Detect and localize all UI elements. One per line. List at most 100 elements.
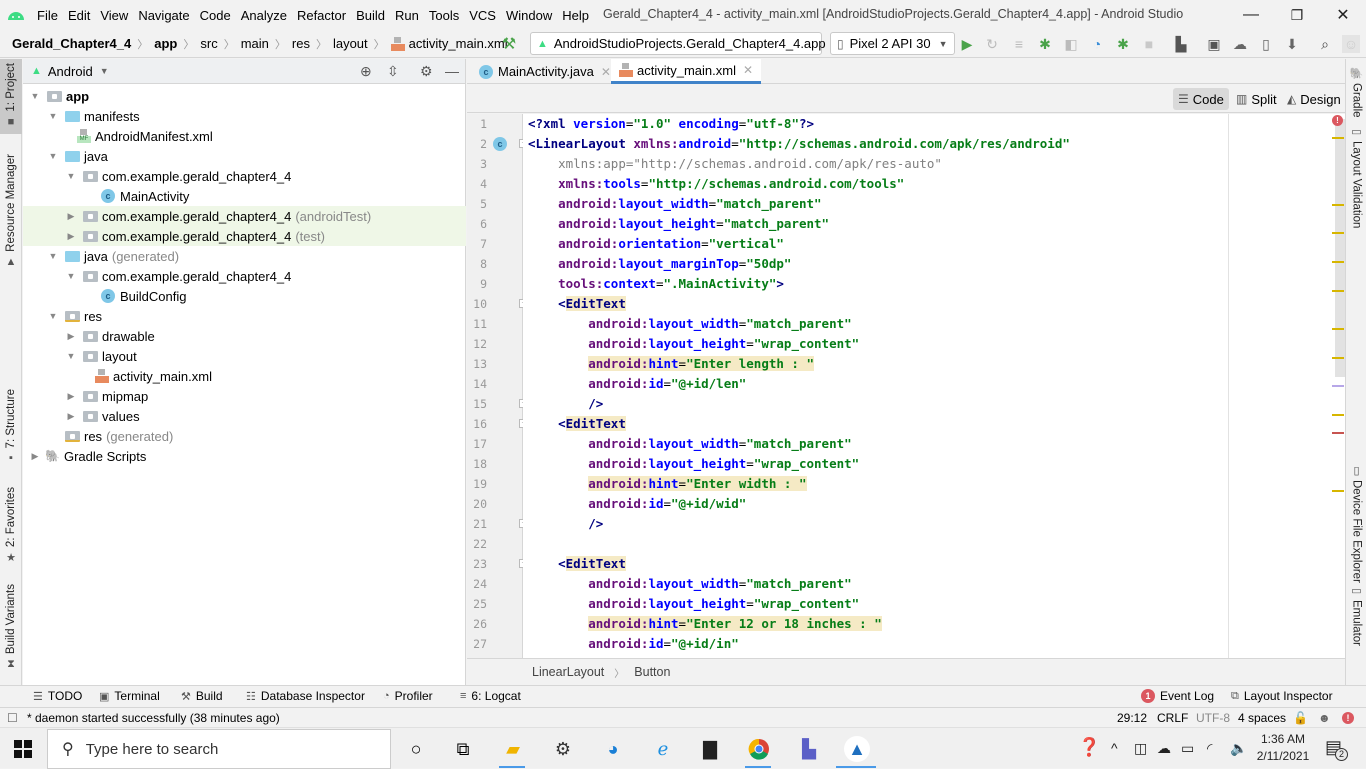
tab-main-activity-java[interactable]: c MainActivity.java ✕ bbox=[471, 59, 619, 84]
code-line[interactable]: android:layout_width="match_parent" bbox=[528, 434, 851, 454]
collapse-arrow-icon[interactable]: ▶ bbox=[65, 211, 77, 222]
debug-icon[interactable]: ✱ bbox=[1036, 35, 1054, 53]
expand-arrow-icon[interactable]: ▼ bbox=[47, 311, 59, 321]
toggle-tool-windows-icon[interactable]: ☐ bbox=[7, 711, 18, 725]
run-config-select[interactable]: ▲ AndroidStudioProjects.Gerald_Chapter4_… bbox=[530, 32, 843, 55]
menu-build[interactable]: Build bbox=[351, 8, 390, 23]
project-structure-icon[interactable]: ▙ bbox=[1172, 35, 1190, 53]
expand-arrow-icon[interactable]: ▼ bbox=[65, 171, 77, 181]
class-reference-gutter-icon[interactable]: c bbox=[493, 137, 507, 151]
code-line[interactable]: android:id="@+id/wid" bbox=[528, 494, 746, 514]
collapse-arrow-icon[interactable]: ▶ bbox=[65, 231, 77, 242]
tree-item[interactable]: c BuildConfig bbox=[23, 286, 466, 306]
warning-marker[interactable] bbox=[1332, 290, 1344, 292]
gear-icon[interactable]: ⚙ bbox=[420, 63, 433, 80]
device-manager-icon[interactable]: ▯ bbox=[1257, 35, 1275, 53]
code-line[interactable]: android:layout_width="match_parent" bbox=[528, 314, 851, 334]
code-line[interactable]: android:layout_height="match_parent" bbox=[528, 214, 829, 234]
tree-item[interactable]: activity_main.xml bbox=[23, 366, 466, 386]
warning-marker[interactable] bbox=[1332, 328, 1344, 330]
status-message[interactable]: * daemon started successfully (38 minute… bbox=[27, 711, 280, 725]
breadcrumb-main[interactable]: main bbox=[241, 36, 269, 51]
code-line[interactable]: android:hint="Enter length : " bbox=[528, 354, 815, 374]
collapse-arrow-icon[interactable]: ▶ bbox=[29, 451, 41, 462]
run-icon[interactable]: ▶ bbox=[958, 35, 976, 53]
tool-build[interactable]: ⚒ Build bbox=[181, 689, 223, 703]
view-code-button[interactable]: ☰ Code bbox=[1173, 88, 1229, 110]
inspector-icon[interactable]: ☻ bbox=[1318, 711, 1331, 725]
collapse-arrow-icon[interactable]: ▶ bbox=[65, 411, 77, 422]
profiler-icon[interactable]: ◔ bbox=[1088, 35, 1106, 53]
warning-marker[interactable] bbox=[1332, 137, 1344, 139]
code-line[interactable]: <EditText bbox=[528, 554, 626, 574]
tool-database-inspector[interactable]: ☷ Database Inspector bbox=[246, 689, 365, 703]
code-editor[interactable]: <?xml version="1.0" encoding="utf-8"?> <L… bbox=[523, 114, 1228, 658]
expand-arrow-icon[interactable]: ▼ bbox=[47, 151, 59, 161]
cursor-position[interactable]: 29:12 bbox=[1117, 711, 1147, 725]
breadcrumb-src[interactable]: src bbox=[200, 36, 217, 51]
code-line[interactable]: <?xml version="1.0" encoding="utf-8"?> bbox=[528, 114, 814, 134]
tool-tab-resource-manager[interactable]: Resource Manager ▲ bbox=[0, 154, 22, 268]
tool-tab-emulator[interactable]: ▭ Emulator bbox=[1346, 584, 1366, 646]
project-view-select[interactable]: Android bbox=[48, 64, 93, 79]
breadcrumb-file[interactable]: activity_main.xml bbox=[409, 36, 508, 51]
code-line[interactable]: /> bbox=[528, 514, 603, 534]
tool-event-log[interactable]: 1 Event Log bbox=[1141, 689, 1214, 703]
expand-arrow-icon[interactable]: ▼ bbox=[65, 271, 77, 281]
file-encoding[interactable]: UTF-8 bbox=[1196, 711, 1230, 725]
code-line[interactable]: tools:context=".MainActivity"> bbox=[528, 274, 784, 294]
code-line[interactable]: android:layout_height="wrap_content" bbox=[528, 454, 859, 474]
android-studio-taskbar-icon[interactable]: ▲ bbox=[844, 736, 870, 762]
code-line[interactable]: android:layout_width="match_parent" bbox=[528, 194, 821, 214]
info-marker[interactable] bbox=[1332, 385, 1344, 387]
breadcrumb-app[interactable]: app bbox=[154, 36, 177, 51]
warning-marker[interactable] bbox=[1332, 261, 1344, 263]
locate-file-icon[interactable]: ⊕ bbox=[360, 63, 372, 80]
tool-tab-build-variants[interactable]: Build Variants ⧗ bbox=[0, 584, 22, 671]
code-line[interactable]: <EditText bbox=[528, 294, 626, 314]
expand-arrow-icon[interactable]: ▼ bbox=[65, 351, 77, 361]
tool-tab-structure[interactable]: 7: Structure ▪ bbox=[0, 389, 22, 464]
menu-window[interactable]: Window bbox=[501, 8, 557, 23]
account-icon[interactable]: ☺ bbox=[1342, 35, 1360, 53]
volume-icon[interactable]: 🔈 bbox=[1230, 740, 1247, 757]
expand-arrow-icon[interactable]: ▼ bbox=[47, 111, 59, 121]
tree-item[interactable]: ▶ mipmap bbox=[23, 386, 466, 406]
close-tab-icon[interactable]: ✕ bbox=[601, 65, 611, 79]
tool-tab-project[interactable]: 1: Project ■ bbox=[0, 59, 22, 134]
show-hidden-icons-chevron-up-icon[interactable]: ^ bbox=[1111, 740, 1118, 756]
xml-crumb-linearlayout[interactable]: LinearLayout bbox=[532, 665, 604, 679]
tool-tab-gradle[interactable]: 🐘 Gradle bbox=[1346, 67, 1366, 118]
attach-debugger-icon[interactable]: ◧ bbox=[1062, 35, 1080, 53]
breadcrumb-layout[interactable]: layout bbox=[333, 36, 368, 51]
settings-icon[interactable]: ⚙ bbox=[550, 736, 576, 762]
error-indicator-icon[interactable]: ! bbox=[1332, 115, 1343, 126]
clock-date[interactable]: 2/11/2021 bbox=[1254, 749, 1312, 763]
tree-item[interactable]: ▼ java (generated) bbox=[23, 246, 466, 266]
lock-icon[interactable]: 🔓 bbox=[1293, 711, 1308, 725]
warning-marker[interactable] bbox=[1332, 357, 1344, 359]
tree-item[interactable]: ▼ java bbox=[23, 146, 466, 166]
hammer-build-icon[interactable]: ⚒ bbox=[500, 35, 518, 53]
code-line[interactable]: android:layout_width="match_parent" bbox=[528, 574, 851, 594]
tree-item[interactable]: ▶ com.example.gerald_chapter4_4 (androidTe… bbox=[23, 206, 466, 226]
close-tab-icon[interactable]: ✕ bbox=[743, 63, 753, 77]
file-explorer-icon[interactable]: ▰ bbox=[500, 736, 526, 762]
tree-item[interactable]: ▶ 🐘 Gradle Scripts bbox=[23, 446, 466, 466]
attach-process-icon[interactable]: ✱ bbox=[1114, 35, 1132, 53]
menu-view[interactable]: View bbox=[95, 8, 133, 23]
wifi-icon[interactable]: ◜ bbox=[1207, 740, 1212, 757]
code-line[interactable]: android:layout_height="wrap_content" bbox=[528, 594, 859, 614]
cortana-icon[interactable]: ○ bbox=[403, 736, 429, 762]
teams-icon[interactable]: ▙ bbox=[796, 736, 822, 762]
menu-file[interactable]: File bbox=[32, 8, 63, 23]
collapse-arrow-icon[interactable]: ▶ bbox=[65, 391, 77, 402]
tree-item[interactable]: ▶ drawable bbox=[23, 326, 466, 346]
apply-changes-icon[interactable]: ↻ bbox=[983, 35, 1001, 53]
indent-setting[interactable]: 4 spaces bbox=[1238, 711, 1286, 725]
menu-analyze[interactable]: Analyze bbox=[236, 8, 292, 23]
expand-arrow-icon[interactable]: ▼ bbox=[47, 251, 59, 261]
tool-todo[interactable]: ☰ TODO bbox=[33, 689, 82, 703]
warning-marker[interactable] bbox=[1332, 204, 1344, 206]
camera-icon[interactable]: ◫ bbox=[1134, 740, 1147, 757]
